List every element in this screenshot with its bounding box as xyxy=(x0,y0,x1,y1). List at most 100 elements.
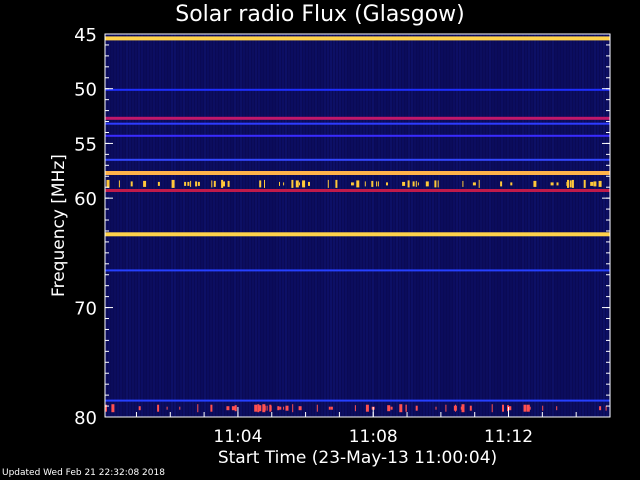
burst-mark xyxy=(279,406,282,410)
burst-mark xyxy=(435,406,437,410)
texture-streak xyxy=(150,34,152,417)
texture-streak xyxy=(426,34,428,417)
texture-streak xyxy=(450,34,452,417)
texture-streak xyxy=(159,34,161,417)
texture-streak xyxy=(144,34,146,417)
burst-mark xyxy=(590,181,594,186)
burst-mark xyxy=(510,182,513,186)
burst-mark xyxy=(221,179,224,188)
burst-mark xyxy=(279,181,280,186)
texture-streak xyxy=(264,34,266,417)
texture-streak xyxy=(210,34,212,417)
burst-mark xyxy=(166,406,168,410)
texture-streak xyxy=(477,34,479,417)
texture-streak xyxy=(153,34,155,417)
texture-streak xyxy=(516,34,518,417)
texture-streak xyxy=(354,34,356,417)
texture-streak xyxy=(546,34,548,417)
texture-streak xyxy=(294,34,296,417)
texture-streak xyxy=(423,34,425,417)
texture-streak xyxy=(141,34,143,417)
texture-streak xyxy=(528,34,530,417)
burst-mark xyxy=(330,406,333,410)
texture-streak xyxy=(189,34,191,417)
texture-streak xyxy=(285,34,287,417)
texture-streak xyxy=(369,34,371,417)
burst-mark xyxy=(211,180,213,188)
texture-streak xyxy=(510,34,512,417)
texture-streak xyxy=(408,34,410,417)
burst-mark xyxy=(157,181,160,186)
burst-mark xyxy=(599,406,602,411)
texture-streak xyxy=(114,34,116,417)
texture-streak xyxy=(249,34,251,417)
texture-streak xyxy=(483,34,485,417)
texture-streak xyxy=(123,34,125,417)
texture-streak xyxy=(603,34,605,417)
burst-mark xyxy=(491,404,493,413)
texture-streak xyxy=(552,34,554,417)
texture-streak xyxy=(129,34,131,417)
texture-streak xyxy=(297,34,299,417)
emission-band xyxy=(105,134,610,137)
texture-streak xyxy=(342,34,344,417)
burst-mark xyxy=(308,181,310,186)
burst-mark xyxy=(461,404,465,413)
burst-mark xyxy=(184,181,187,186)
texture-streak xyxy=(108,34,110,417)
burst-mark xyxy=(157,404,160,412)
texture-streak xyxy=(420,34,422,417)
burst-mark xyxy=(376,181,378,187)
texture-streak xyxy=(492,34,494,417)
burst-mark xyxy=(283,406,285,410)
burst-mark xyxy=(258,405,262,412)
texture-streak xyxy=(360,34,362,417)
texture-streak xyxy=(165,34,167,417)
texture-streak xyxy=(585,34,587,417)
burst-mark xyxy=(571,179,574,188)
texture-streak xyxy=(465,34,467,417)
texture-streak xyxy=(543,34,545,417)
burst-mark xyxy=(598,180,602,187)
texture-streak xyxy=(276,34,278,417)
texture-streak xyxy=(213,34,215,417)
burst-mark xyxy=(283,182,285,186)
texture-streak xyxy=(117,34,119,417)
burst-mark xyxy=(316,404,318,412)
texture-streak xyxy=(363,34,365,417)
texture-streak xyxy=(534,34,536,417)
burst-mark xyxy=(277,406,280,411)
chart-root: Solar radio Flux (Glasgow) 45 50 55 60 70 80 1… xyxy=(0,0,640,480)
texture-streak xyxy=(225,34,227,417)
emission-band xyxy=(105,122,610,125)
texture-streak xyxy=(582,34,584,417)
texture-streak xyxy=(558,34,560,417)
texture-streak xyxy=(600,34,602,417)
burst-mark xyxy=(502,404,504,412)
texture-streak xyxy=(573,34,575,417)
burst-mark xyxy=(569,180,572,188)
texture-streak xyxy=(198,34,200,417)
burst-mark xyxy=(112,406,114,411)
burst-mark xyxy=(556,406,558,411)
texture-streak xyxy=(138,34,140,417)
texture-streak xyxy=(318,34,320,417)
burst-mark xyxy=(197,181,200,186)
texture-streak xyxy=(291,34,293,417)
texture-streak xyxy=(156,34,158,417)
burst-mark xyxy=(460,406,462,410)
texture-streak xyxy=(111,34,113,417)
texture-streak xyxy=(240,34,242,417)
texture-streak xyxy=(228,34,230,417)
texture-streak xyxy=(135,34,137,417)
y-tick-label: 80 xyxy=(74,408,97,429)
burst-mark xyxy=(298,406,302,411)
texture-streak xyxy=(540,34,542,417)
texture-streak xyxy=(579,34,581,417)
texture-streak xyxy=(207,34,209,417)
burst-mark xyxy=(542,405,544,411)
texture-streak xyxy=(168,34,170,417)
burst-mark xyxy=(364,181,366,187)
burst-mark xyxy=(226,406,230,411)
texture-streak xyxy=(345,34,347,417)
